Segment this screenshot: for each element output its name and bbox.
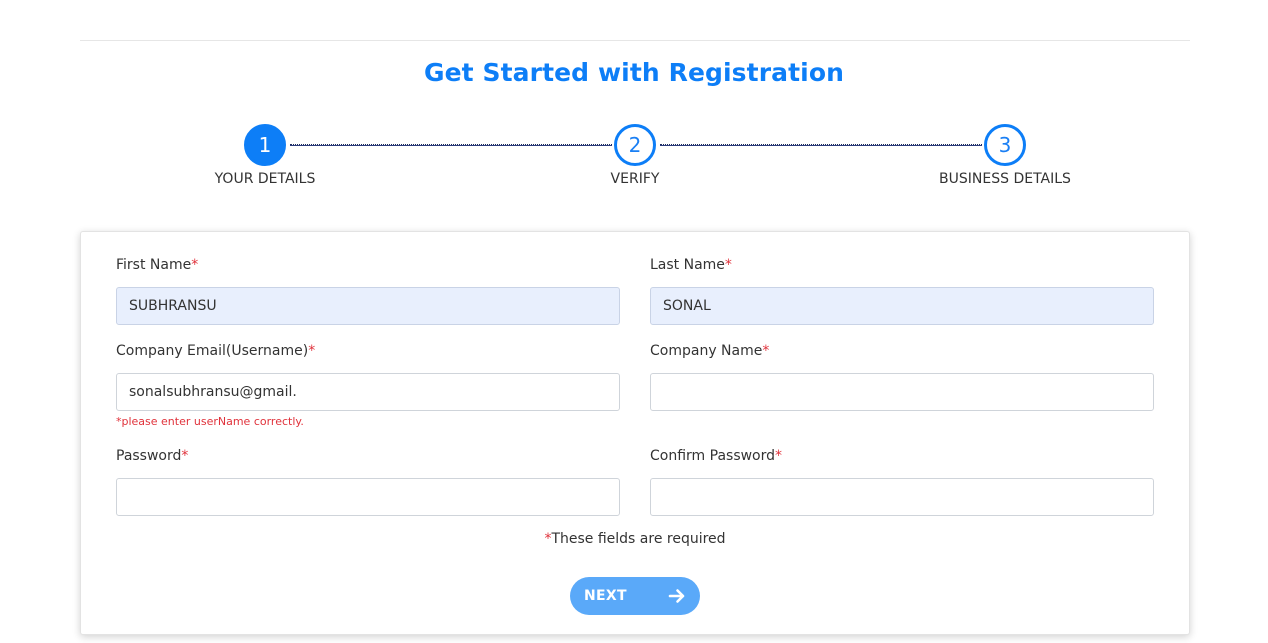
first-name-input[interactable]: SUBHRANSU <box>116 287 620 325</box>
step-1-label: YOUR DETAILS <box>214 171 316 187</box>
last-name-input[interactable]: SONAL <box>650 287 1154 325</box>
first-name-label: First Name* <box>116 257 199 273</box>
required-fields-note: *These fields are required <box>544 531 726 547</box>
company-name-label: Company Name* <box>650 343 770 359</box>
company-email-label: Company Email(Username)* <box>116 343 316 359</box>
step-1-circle: 1 <box>244 124 286 166</box>
registration-stepper: 1 2 3 YOUR DETAILS VERIFY BUSINESS DETAI… <box>0 120 1268 200</box>
step-3-label: BUSINESS DETAILS <box>939 171 1071 187</box>
next-button-label: NEXT <box>584 588 627 604</box>
next-button[interactable]: NEXT <box>570 577 700 615</box>
first-name-value: SUBHRANSU <box>129 298 217 314</box>
page-title: Get Started with Registration <box>423 58 844 87</box>
company-email-value: sonalsubhransu@gmail. <box>129 384 297 400</box>
company-name-input[interactable] <box>650 373 1154 411</box>
step-connector-1-2 <box>290 144 612 146</box>
first-name-field: First Name* SUBHRANSU <box>116 255 620 325</box>
password-label: Password* <box>116 448 189 464</box>
top-divider <box>80 40 1190 41</box>
company-email-error: *please enter userName correctly. <box>116 415 304 428</box>
company-email-field: Company Email(Username)* sonalsubhransu@… <box>116 341 620 429</box>
confirm-password-field: Confirm Password* <box>650 446 1154 516</box>
arrow-right-icon <box>668 589 685 603</box>
step-connector-2-3 <box>660 144 982 146</box>
confirm-password-input[interactable] <box>650 478 1154 516</box>
step-3-circle: 3 <box>984 124 1026 166</box>
company-name-field: Company Name* <box>650 341 1154 411</box>
last-name-label: Last Name* <box>650 257 732 273</box>
registration-form-card: First Name* SUBHRANSU Last Name* SONAL C… <box>80 231 1190 635</box>
last-name-field: Last Name* SONAL <box>650 255 1154 325</box>
password-input[interactable] <box>116 478 620 516</box>
step-2-circle: 2 <box>614 124 656 166</box>
last-name-value: SONAL <box>663 298 711 314</box>
password-field: Password* <box>116 446 620 516</box>
step-2-label: VERIFY <box>610 171 660 187</box>
company-email-input[interactable]: sonalsubhransu@gmail. <box>116 373 620 411</box>
confirm-password-label: Confirm Password* <box>650 448 783 464</box>
